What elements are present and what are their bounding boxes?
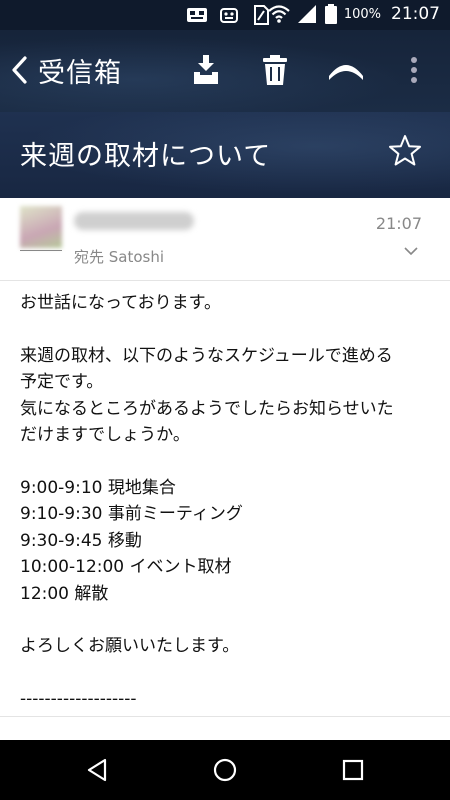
schedule-item: 10:00-12:00 イベント取材 (20, 557, 232, 577)
body-line: 予定です。 (20, 372, 104, 392)
body-bottom-divider (0, 716, 450, 717)
greeting: お世話になっております。 (20, 293, 221, 313)
notification-icon (187, 8, 207, 22)
email-subject: 来週の取材について (20, 141, 272, 172)
status-bar: 100% 21:07 (0, 0, 450, 30)
android-icon (220, 8, 238, 23)
nav-home-icon[interactable] (212, 757, 238, 783)
avatar-underline (20, 250, 62, 251)
wifi-icon (268, 5, 290, 23)
chevron-down-icon[interactable] (404, 246, 418, 256)
system-nav-bar (0, 740, 450, 800)
trash-icon[interactable] (257, 52, 293, 88)
recipient-line: 宛先 Satoshi (74, 248, 165, 266)
archive-icon[interactable] (188, 52, 224, 88)
schedule-item: 9:10-9:30 事前ミーティング (20, 504, 243, 524)
signature-divider: ------------------- (20, 688, 137, 709)
schedule-item: 9:00-9:10 現地集合 (20, 477, 176, 498)
sender-name-redacted (74, 212, 194, 230)
avatar (20, 206, 62, 248)
star-icon[interactable] (388, 134, 422, 168)
sender-header[interactable]: 宛先 Satoshi 21:07 (0, 198, 450, 281)
body-line: だけますでしょうか。 (20, 425, 190, 445)
body-line: 気になるところがあるようでしたらお知らせいた (20, 398, 394, 419)
battery-icon (324, 4, 337, 24)
received-time: 21:07 (375, 214, 422, 233)
nav-recents-icon[interactable] (340, 757, 366, 783)
schedule-item: 12:00 解散 (20, 583, 109, 604)
back-to-inbox-button[interactable]: 受信箱 (10, 48, 122, 92)
battery-percent: 100% (343, 6, 381, 22)
closing-line: よろしくお願いいたします。 (20, 636, 240, 656)
schedule-item: 9:30-9:45 移動 (20, 530, 142, 551)
body-line: 来週の取材、以下のようなスケジュールで進める (20, 345, 393, 366)
chevron-left-icon (12, 56, 27, 84)
more-icon[interactable] (402, 52, 426, 88)
reply-icon[interactable] (327, 52, 365, 88)
status-time: 21:07 (391, 4, 440, 24)
subject-bar: 来週の取材について (0, 112, 450, 198)
app-toolbar: 受信箱 (0, 30, 450, 112)
back-label: 受信箱 (38, 57, 122, 89)
signal-icon (297, 5, 316, 23)
email-body: お世話になっております。 来週の取材、以下のようなスケジュールで進める 予定です… (20, 290, 430, 712)
nav-back-icon[interactable] (85, 757, 111, 783)
